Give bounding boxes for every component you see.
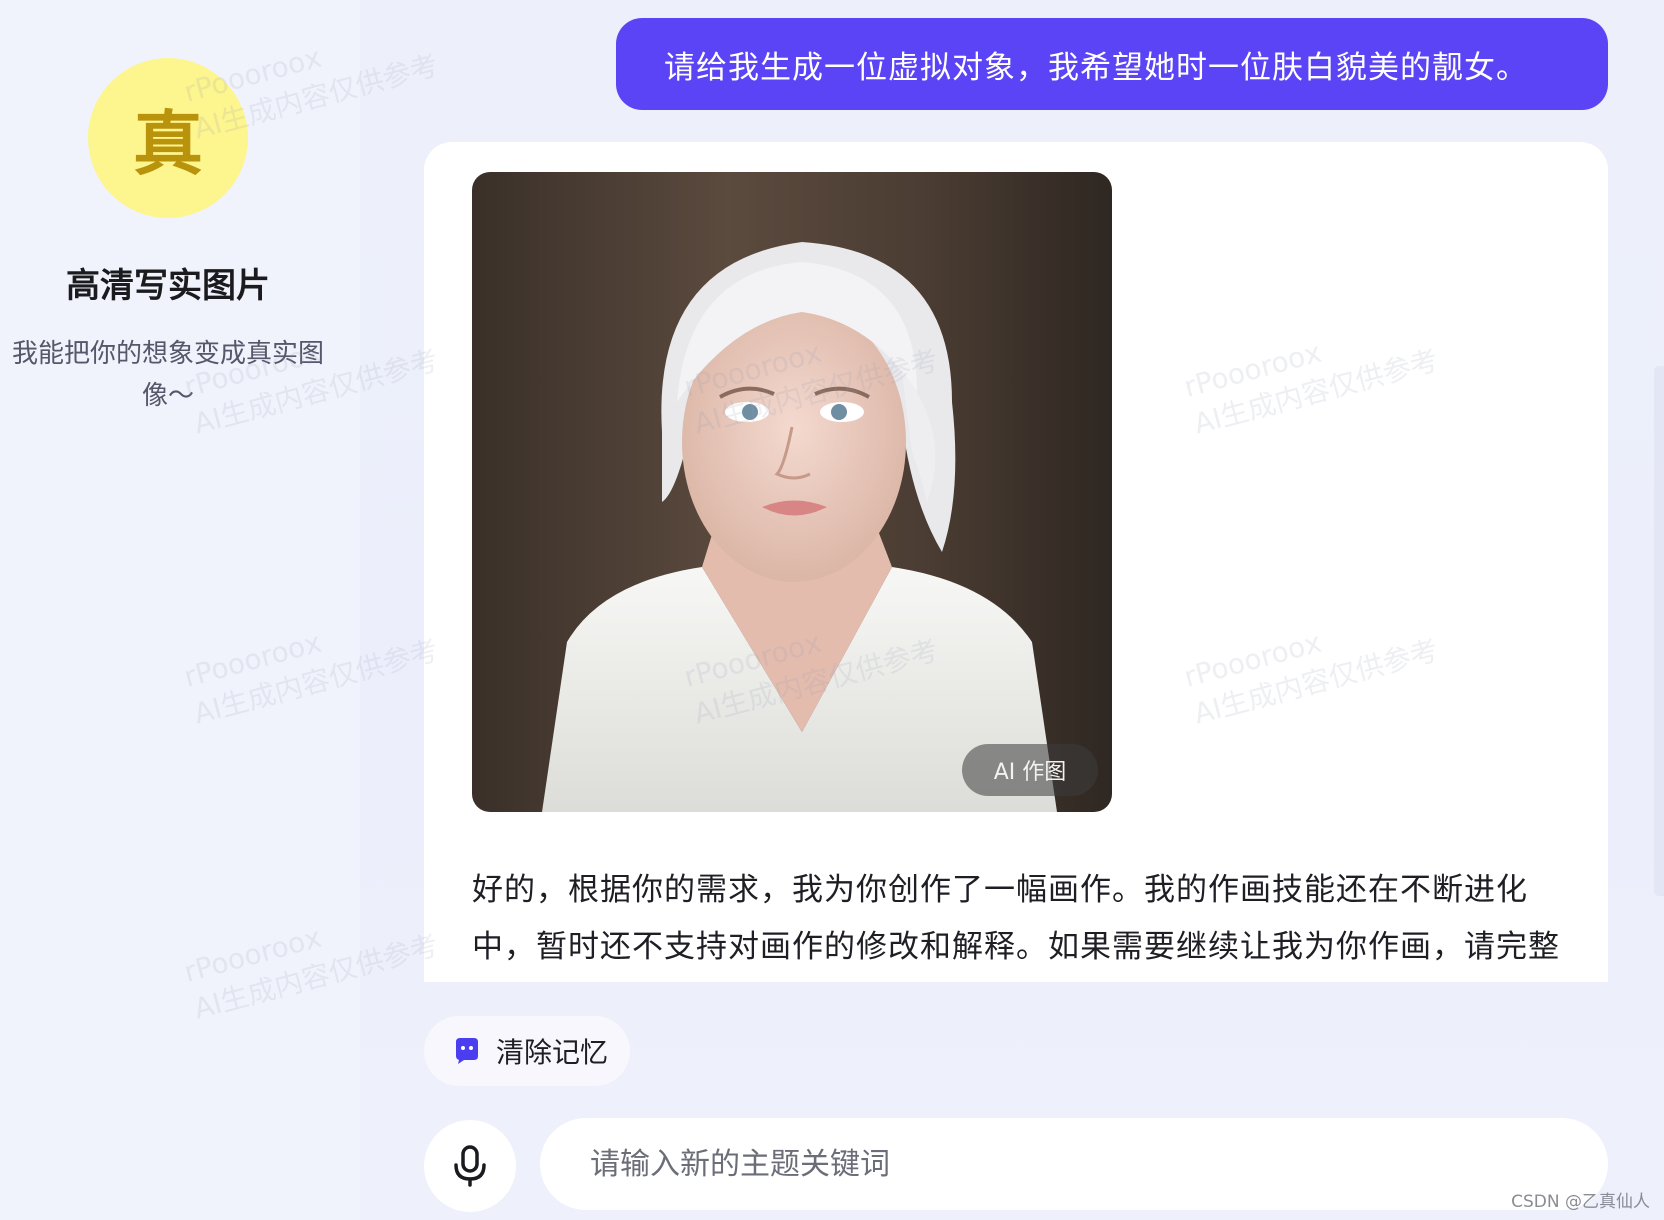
topic-input[interactable] xyxy=(588,1145,1552,1183)
topic-input-box[interactable] xyxy=(540,1118,1608,1210)
bot-avatar: 真 xyxy=(88,58,248,218)
footer-credit: CSDN @乙真仙人 xyxy=(1511,1192,1650,1212)
microphone-icon xyxy=(454,1145,486,1187)
clear-memory-button[interactable]: 清除记忆 xyxy=(424,1016,630,1086)
ghost-chat-icon xyxy=(456,1038,478,1064)
bot-name: 高清写实图片 xyxy=(66,266,270,306)
portrait-illustration xyxy=(542,242,1057,812)
scroll-hint[interactable] xyxy=(1654,366,1664,896)
user-message-bubble: 请给我生成一位虚拟对象，我希望她时一位肤白貌美的靓女。 xyxy=(616,18,1608,110)
user-message-text: 请给我生成一位虚拟对象，我希望她时一位肤白貌美的靓女。 xyxy=(664,49,1528,86)
generated-image[interactable]: AI 作图 xyxy=(472,172,1112,812)
bot-description: 我能把你的想象变成真实图像～ xyxy=(11,339,324,411)
bot-reply-text: 好的，根据你的需求，我为你创作了一幅画作。我的作画技能还在不断进化中，暂时还不支… xyxy=(472,872,1560,965)
microphone-button[interactable] xyxy=(424,1120,516,1212)
clear-memory-label: 清除记忆 xyxy=(496,1036,609,1069)
bot-reply-card: AI 作图 好的，根据你的需求，我为你创作了一幅画作。我的作画技能还在不断进化中… xyxy=(424,142,1608,982)
ai-generated-badge: AI 作图 xyxy=(962,744,1098,796)
